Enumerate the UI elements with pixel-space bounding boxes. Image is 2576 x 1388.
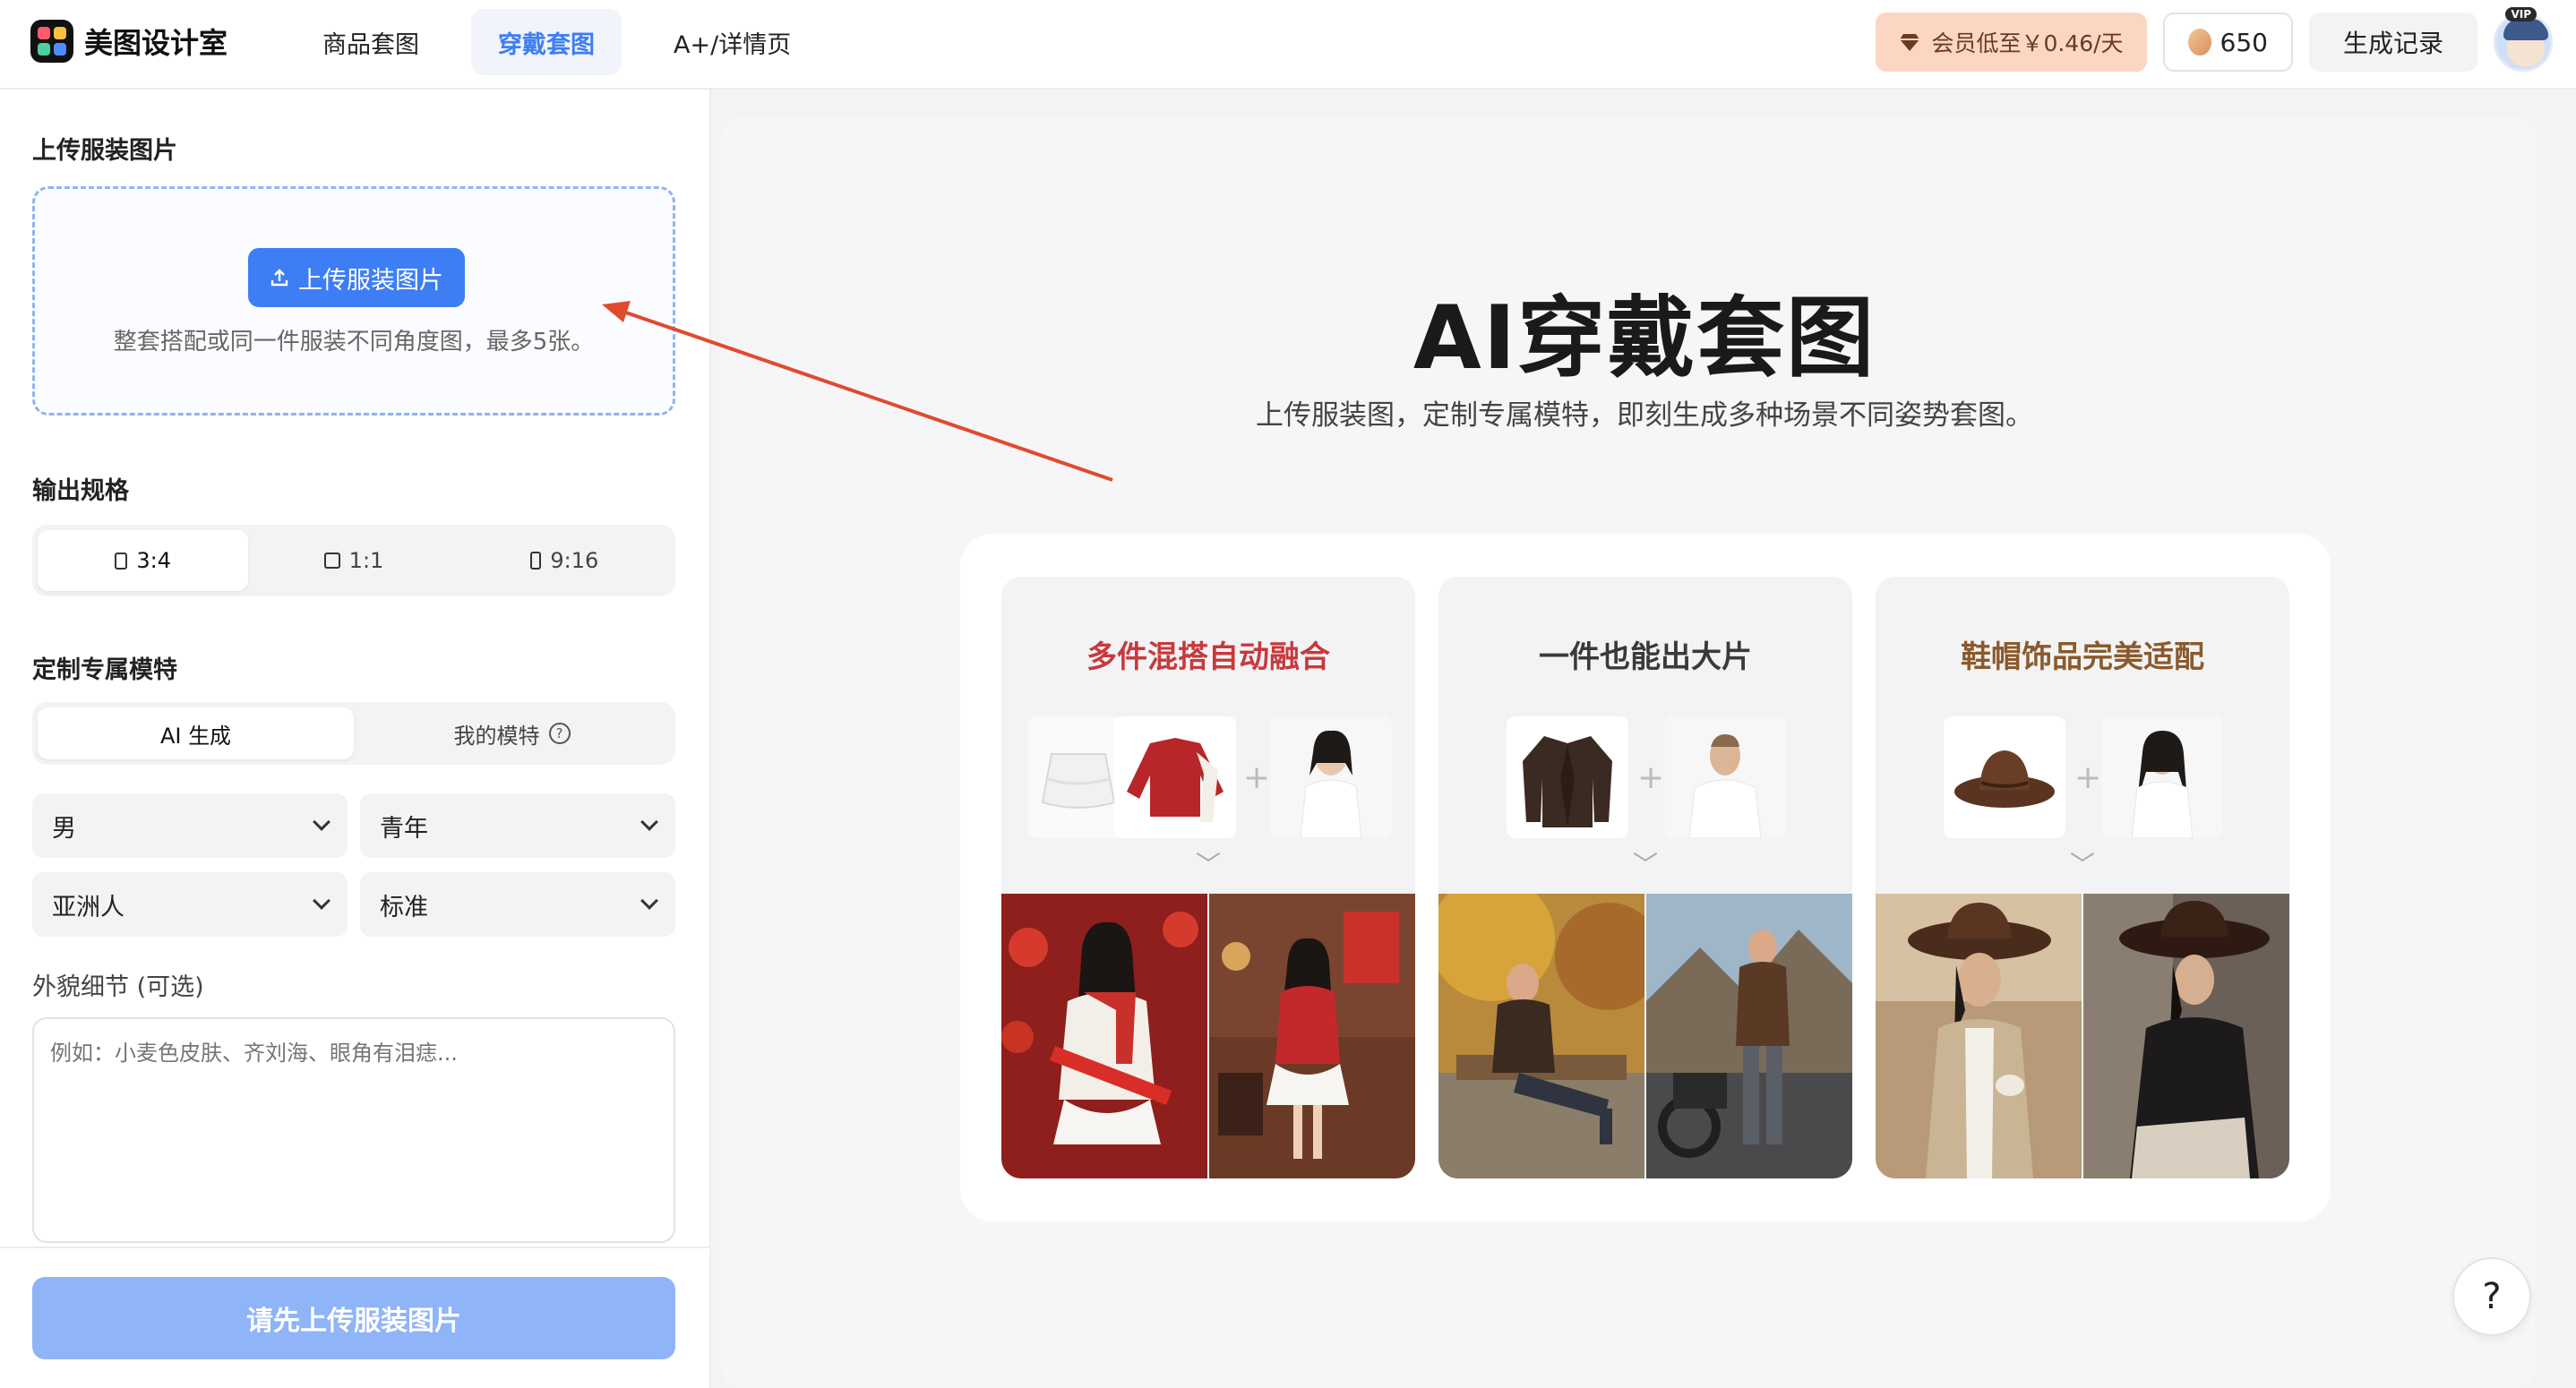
ratio-selector: 3:4 1:1 9:16 bbox=[32, 525, 675, 596]
history-button[interactable]: 生成记录 bbox=[2308, 13, 2477, 72]
ratio-label: 9:16 bbox=[550, 548, 599, 573]
output-section-title: 输出规格 bbox=[32, 477, 129, 505]
ratio-label: 3:4 bbox=[136, 548, 171, 573]
tab-product-set[interactable]: 商品套图 bbox=[296, 9, 446, 75]
result-photo bbox=[1001, 894, 1207, 1178]
chevron-down-icon bbox=[640, 813, 658, 831]
avatar-hat bbox=[2503, 19, 2548, 40]
body-type-select[interactable]: 标准 bbox=[360, 872, 675, 937]
upload-section-title: 上传服装图片 bbox=[32, 137, 177, 165]
tall-portrait-icon bbox=[530, 552, 542, 570]
generate-button[interactable]: 请先上传服装图片 bbox=[32, 1277, 675, 1359]
result-photo bbox=[1876, 894, 2082, 1178]
feature-title: 多件混搭自动融合 bbox=[1086, 639, 1330, 675]
feature-title: 鞋帽饰品完美适配 bbox=[1961, 639, 2204, 675]
coin-balance-button[interactable]: 650 bbox=[2162, 13, 2293, 72]
ethnicity-value: 亚洲人 bbox=[52, 893, 125, 921]
appearance-details-input[interactable] bbox=[32, 1017, 675, 1243]
vip-label: 会员低至￥0.46/天 bbox=[1931, 30, 2124, 56]
appearance-details-label: 外貌细节 (可选) bbox=[32, 973, 204, 1001]
feature-title: 一件也能出大片 bbox=[1539, 639, 1752, 675]
vip-upgrade-button[interactable]: 会员低至￥0.46/天 bbox=[1876, 13, 2147, 72]
female-model-thumbnail bbox=[1270, 716, 1392, 838]
chevron-down-icon bbox=[313, 813, 331, 831]
chevron-down-icon: ﹀ bbox=[2069, 850, 2095, 879]
female-model-thumbnail bbox=[2101, 716, 2223, 838]
diamond-icon bbox=[1900, 34, 1920, 51]
my-models-label: 我的模特 bbox=[453, 723, 540, 749]
ratio-option-9-16[interactable]: 9:16 bbox=[459, 530, 670, 591]
result-photo bbox=[2083, 894, 2289, 1178]
tab-my-models[interactable]: 我的模特 ? bbox=[354, 707, 670, 759]
divider bbox=[0, 1247, 711, 1248]
top-header: 美图设计室 商品套图 穿戴套图 A+/详情页 会员低至￥0.46/天 650 生… bbox=[0, 0, 2576, 90]
cowboy-hat-thumbnail bbox=[1944, 716, 2065, 838]
chevron-down-icon: ﹀ bbox=[1195, 850, 1221, 879]
result-photo bbox=[1209, 894, 1415, 1178]
gender-value: 男 bbox=[52, 814, 76, 843]
logo-icon bbox=[30, 20, 73, 63]
upload-button[interactable]: 上传服装图片 bbox=[248, 248, 465, 307]
model-section-title: 定制专属模特 bbox=[32, 656, 177, 684]
square-icon bbox=[323, 553, 340, 569]
result-photo bbox=[1646, 894, 1852, 1178]
ratio-option-3-4[interactable]: 3:4 bbox=[38, 530, 249, 591]
chevron-down-icon bbox=[640, 892, 658, 910]
page-subtitle: 上传服装图，定制专属模特，即刻生成多种场景不同姿势套图。 bbox=[1256, 399, 2033, 432]
ratio-label: 1:1 bbox=[348, 548, 384, 573]
ratio-option-1-1[interactable]: 1:1 bbox=[248, 530, 459, 591]
page-title: AI穿戴套图 bbox=[1413, 287, 1876, 390]
body-type-value: 标准 bbox=[380, 893, 428, 921]
coin-icon bbox=[2187, 29, 2211, 56]
upload-button-label: 上传服装图片 bbox=[298, 266, 443, 295]
age-select[interactable]: 青年 bbox=[360, 793, 675, 858]
plus-icon: + bbox=[1243, 759, 1271, 796]
chevron-down-icon: ﹀ bbox=[1632, 850, 1658, 879]
settings-panel: 上传服装图片 上传服装图片 整套搭配或同一件服装不同角度图，最多5张。 输出规格… bbox=[0, 90, 711, 1388]
preview-area: AI穿戴套图 上传服装图，定制专属模特，即刻生成多种场景不同姿势套图。 多件混搭… bbox=[713, 90, 2576, 1388]
help-button[interactable]: ? bbox=[2452, 1257, 2531, 1336]
help-circle-icon[interactable]: ? bbox=[548, 723, 571, 744]
model-source-tabs: AI 生成 我的模特 ? bbox=[32, 702, 675, 765]
tab-aplus-detail[interactable]: A+/详情页 bbox=[647, 9, 818, 75]
gender-select[interactable]: 男 bbox=[32, 793, 348, 858]
feature-card-mix-match: 多件混搭自动融合 + ﹀ bbox=[1001, 577, 1415, 1178]
sweater-thumbnail bbox=[1114, 716, 1236, 838]
app-name: 美图设计室 bbox=[84, 26, 228, 60]
portrait-icon bbox=[115, 552, 128, 570]
plus-icon: + bbox=[1637, 759, 1665, 796]
feature-card-accessories: 鞋帽饰品完美适配 + ﹀ bbox=[1876, 577, 2289, 1178]
feature-card-single-item: 一件也能出大片 + ﹀ bbox=[1438, 577, 1852, 1178]
male-model-thumbnail bbox=[1664, 716, 1786, 838]
tab-ai-generate[interactable]: AI 生成 bbox=[38, 707, 354, 759]
upload-icon bbox=[270, 269, 288, 287]
feature-showcase: 多件混搭自动融合 + ﹀ 一件也能出大片 + ﹀ 鞋帽饰品完美适配 + ﹀ bbox=[960, 534, 2331, 1221]
main-nav: 商品套图 穿戴套图 A+/详情页 bbox=[296, 9, 818, 75]
app-logo[interactable]: 美图设计室 bbox=[30, 20, 228, 63]
vip-badge: VIP bbox=[2505, 7, 2537, 21]
tab-wearable-set[interactable]: 穿戴套图 bbox=[471, 9, 622, 75]
chevron-down-icon bbox=[313, 892, 331, 910]
ethnicity-select[interactable]: 亚洲人 bbox=[32, 872, 348, 937]
age-value: 青年 bbox=[380, 814, 428, 843]
upload-dropzone[interactable]: 上传服装图片 整套搭配或同一件服装不同角度图，最多5张。 bbox=[32, 186, 675, 416]
jacket-thumbnail bbox=[1507, 716, 1628, 838]
upload-hint: 整套搭配或同一件服装不同角度图，最多5张。 bbox=[113, 329, 595, 356]
coin-count: 650 bbox=[2220, 27, 2268, 57]
plus-icon: + bbox=[2074, 759, 2102, 796]
result-photo bbox=[1438, 894, 1644, 1178]
